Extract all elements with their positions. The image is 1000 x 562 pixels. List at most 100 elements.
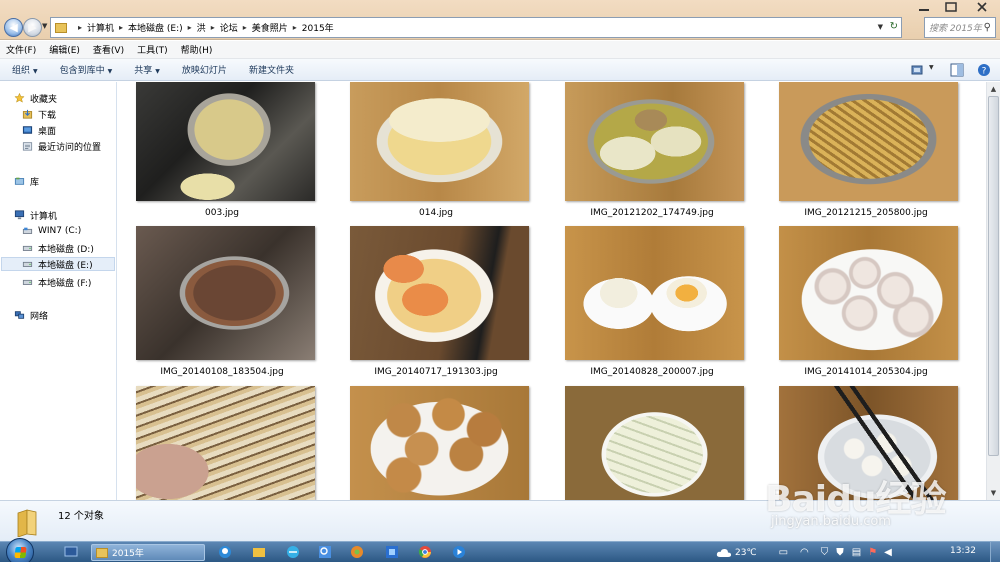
file-name[interactable]: IMG_20141014_205304.jpg (761, 367, 971, 377)
thumbnail[interactable] (565, 226, 744, 360)
app-icon[interactable] (385, 545, 399, 559)
thumbnail[interactable] (136, 386, 315, 500)
slideshow-button[interactable]: 放映幻灯片 (182, 63, 227, 76)
breadcrumb-2015[interactable]: 2015年 (302, 21, 334, 34)
close-button[interactable] (967, 0, 997, 14)
nav-network-label: 网络 (30, 311, 49, 322)
temperature[interactable]: 23℃ (735, 548, 757, 558)
address-bar-region: ◀ ▶ ▼ ▸ 计算机 ▸ 本地磁盘 (E:) ▸ 洪 ▸ 论坛 ▸ 美食照片 … (0, 0, 1000, 40)
thumbnail[interactable] (565, 82, 744, 201)
nav-drive-c[interactable]: WIN7 (C:) (22, 224, 81, 238)
chrome-icon[interactable] (418, 545, 432, 559)
chevron-right-icon[interactable]: ▸ (211, 23, 215, 32)
start-button[interactable] (6, 538, 34, 562)
new-folder-button[interactable]: 新建文件夹 (249, 63, 294, 76)
breadcrumb-hong[interactable]: 洪 (197, 21, 206, 34)
show-desktop-button[interactable] (990, 542, 1000, 562)
folder-app-icon[interactable] (252, 545, 266, 559)
clock[interactable]: 13:32 (950, 546, 976, 556)
breadcrumb-computer[interactable]: 计算机 (87, 21, 114, 34)
breadcrumb-forum[interactable]: 论坛 (220, 21, 238, 34)
show-desktop-icon[interactable] (64, 545, 78, 559)
menu-tools[interactable]: 工具(T) (137, 43, 168, 56)
maximize-button[interactable] (940, 0, 962, 14)
thumbnail[interactable] (136, 226, 315, 360)
nav-recent-places[interactable]: 最近访问的位置 (22, 139, 101, 153)
weather-cloud-icon[interactable] (716, 547, 732, 558)
search-input[interactable]: 搜索 2015年 ⚲ (924, 17, 996, 38)
media-player-icon[interactable] (350, 545, 364, 559)
desktop-icon (22, 126, 33, 134)
scrollbar-thumb[interactable] (988, 96, 999, 456)
chevron-right-icon[interactable]: ▸ (78, 23, 82, 32)
chevron-right-icon[interactable]: ▸ (188, 23, 192, 32)
keyboard-icon[interactable]: ▭ (779, 547, 788, 558)
address-bar[interactable]: ▸ 计算机 ▸ 本地磁盘 (E:) ▸ 洪 ▸ 论坛 ▸ 美食照片 ▸ 2015… (50, 17, 902, 38)
security-icon[interactable]: ⛊ (836, 547, 844, 558)
nav-drive-d[interactable]: 本地磁盘 (D:) (22, 241, 94, 255)
nav-downloads[interactable]: 下载 (22, 107, 56, 121)
back-button[interactable]: ◀ (4, 18, 23, 37)
play-icon[interactable] (452, 545, 466, 559)
scroll-down-icon[interactable]: ▼ (987, 486, 1000, 500)
taskbar-window-title: 2015年 (112, 549, 144, 559)
chevron-down-icon: ▼ (33, 68, 38, 75)
share-button[interactable]: 共享 ▼ (134, 63, 160, 76)
file-name[interactable]: 003.jpg (118, 208, 327, 218)
shield-icon[interactable]: ⛉ (821, 547, 829, 558)
file-name[interactable]: IMG_20121215_205800.jpg (761, 208, 971, 218)
refresh-icon[interactable]: ↻ (890, 21, 898, 32)
nav-desktop[interactable]: 桌面 (22, 123, 56, 137)
thumbnail[interactable] (779, 226, 958, 360)
network-status-icon[interactable]: ▤ (852, 547, 861, 558)
file-list: 003.jpg 014.jpg IMG_20121202_174749.jpg … (118, 82, 986, 500)
thumbnail[interactable] (565, 386, 744, 500)
file-name[interactable]: IMG_20140108_183504.jpg (118, 367, 327, 377)
change-view-icon[interactable] (911, 63, 925, 77)
file-name[interactable]: 014.jpg (331, 208, 541, 218)
nav-favorites[interactable]: 收藏夹 (14, 91, 57, 105)
nav-drive-e[interactable]: 本地磁盘 (E:) (1, 257, 115, 271)
thumbnail[interactable] (350, 82, 529, 201)
chevron-right-icon[interactable]: ▸ (119, 23, 123, 32)
help-icon[interactable]: ? (977, 63, 991, 77)
include-in-library-button[interactable]: 包含到库中 ▼ (60, 63, 113, 76)
scroll-up-icon[interactable]: ▲ (987, 82, 1000, 96)
menu-help[interactable]: 帮助(H) (181, 43, 213, 56)
browser-icon[interactable] (286, 545, 300, 559)
minimize-button[interactable] (913, 0, 935, 14)
menu-view[interactable]: 查看(V) (93, 43, 124, 56)
thumbnail[interactable] (136, 82, 315, 201)
preview-pane-icon[interactable] (950, 63, 964, 77)
menu-file[interactable]: 文件(F) (6, 43, 36, 56)
breadcrumb-drive-e[interactable]: 本地磁盘 (E:) (128, 21, 183, 34)
nav-drive-f[interactable]: 本地磁盘 (F:) (22, 275, 91, 289)
vertical-scrollbar[interactable]: ▲ ▼ (986, 82, 1000, 500)
breadcrumb-food-photos[interactable]: 美食照片 (252, 21, 288, 34)
volume-icon[interactable]: ◀ (884, 547, 892, 558)
search-icon[interactable]: ⚲ (984, 22, 991, 33)
qq-icon[interactable] (218, 545, 232, 559)
chevron-right-icon[interactable]: ▸ (293, 23, 297, 32)
wifi-icon[interactable]: ◠ (800, 547, 809, 558)
chevron-right-icon[interactable]: ▸ (243, 23, 247, 32)
nav-libraries[interactable]: 库 (14, 174, 39, 188)
organize-button[interactable]: 组织 ▼ (12, 63, 38, 76)
view-options-dropdown-icon[interactable]: ▼ (929, 64, 934, 71)
nav-computer[interactable]: 计算机 (14, 208, 57, 222)
thumbnail[interactable] (779, 82, 958, 201)
network-icon (14, 311, 25, 319)
nav-network[interactable]: 网络 (14, 308, 48, 322)
menu-edit[interactable]: 编辑(E) (49, 43, 80, 56)
thumbnail[interactable] (350, 226, 529, 360)
flag-icon[interactable]: ⚑ (868, 547, 877, 558)
forward-button[interactable]: ▶ (23, 18, 42, 37)
address-dropdown-icon[interactable]: ▼ (878, 23, 883, 31)
thumbnail[interactable] (350, 386, 529, 500)
file-name[interactable]: IMG_20140828_200007.jpg (547, 367, 757, 377)
file-name[interactable]: IMG_20140717_191303.jpg (331, 367, 541, 377)
recent-pages-dropdown-icon[interactable]: ▼ (42, 22, 47, 30)
file-name[interactable]: IMG_20121202_174749.jpg (547, 208, 757, 218)
search-app-icon[interactable] (318, 545, 332, 559)
taskbar-explorer-window[interactable]: 2015年 (91, 544, 205, 561)
